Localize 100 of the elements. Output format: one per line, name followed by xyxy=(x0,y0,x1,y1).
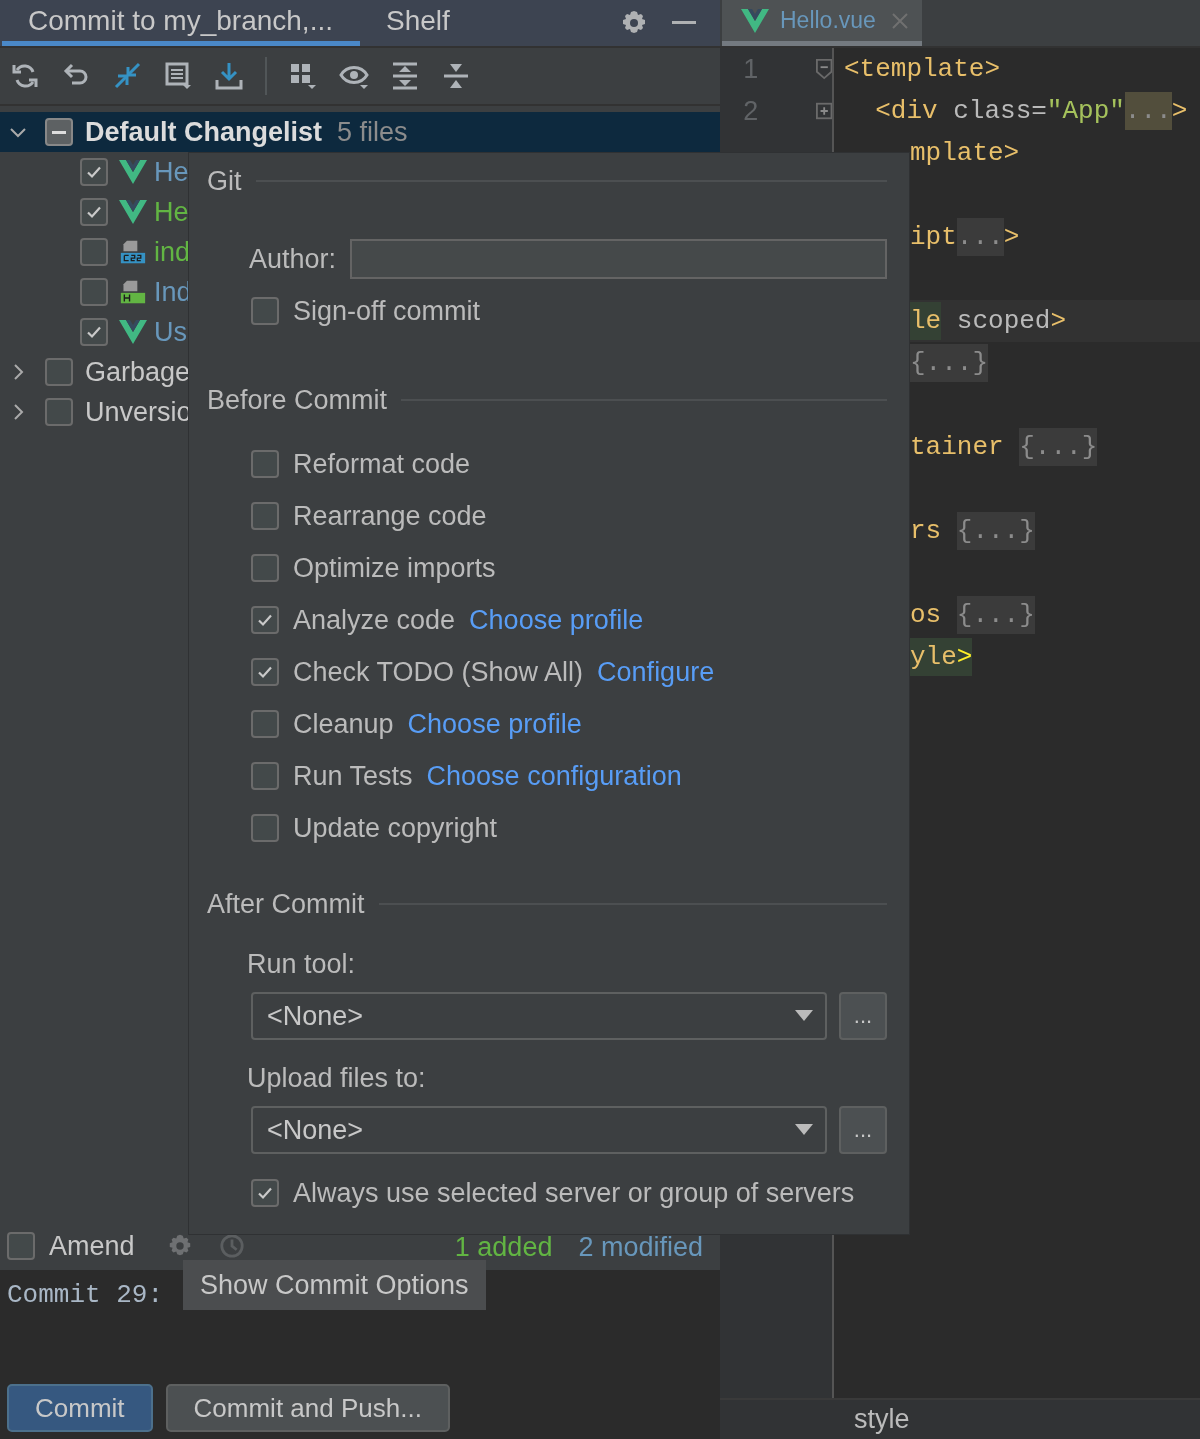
file-name[interactable]: He xyxy=(154,196,189,228)
commit-button[interactable]: Commit xyxy=(7,1384,153,1432)
breadcrumb[interactable]: style xyxy=(854,1404,910,1435)
checkbox[interactable] xyxy=(45,398,73,426)
arrows-icon[interactable] xyxy=(112,61,142,91)
code-token: class= xyxy=(952,96,1047,126)
section-title: After Commit xyxy=(207,888,365,920)
code-token: <div xyxy=(874,96,938,126)
link[interactable]: Choose profile xyxy=(469,604,644,636)
checkbox-label: Run Tests xyxy=(293,760,413,792)
browse-button[interactable]: ... xyxy=(839,1106,887,1154)
changelist-name[interactable]: Garbage xyxy=(85,356,191,388)
changelist-row[interactable]: Default Changelist 5 files xyxy=(0,112,720,152)
caret-icon xyxy=(795,1010,813,1022)
checkbox[interactable] xyxy=(251,762,279,790)
checkbox[interactable] xyxy=(7,1232,35,1260)
folded-code[interactable]: {...} xyxy=(1019,428,1098,466)
file-name[interactable]: Us xyxy=(154,316,187,348)
v-logo-icon xyxy=(118,319,148,345)
tab[interactable]: Commit to my_branch,... xyxy=(2,0,360,46)
checkbox[interactable] xyxy=(251,450,279,478)
code-token: scoped xyxy=(955,306,1051,336)
checkbox[interactable] xyxy=(80,198,108,226)
file-name[interactable]: He xyxy=(154,156,189,188)
code-token: > xyxy=(1171,96,1188,126)
field-label: Author: xyxy=(249,243,337,275)
editor-tab[interactable]: Hello.vue xyxy=(722,0,922,46)
folded-code[interactable]: ... xyxy=(956,218,1004,256)
commit-message[interactable]: Commit 29: xyxy=(7,1280,164,1310)
checkbox[interactable] xyxy=(251,554,279,582)
checkbox-label: Optimize imports xyxy=(293,552,496,584)
checkbox[interactable] xyxy=(251,710,279,738)
checkbox-label: Amend xyxy=(49,1230,135,1262)
field-label: Run tool: xyxy=(247,947,357,981)
checkbox-label: Analyze code xyxy=(293,604,456,636)
link[interactable]: Configure xyxy=(597,656,715,688)
field-label: Upload files to: xyxy=(247,1061,427,1095)
grid-icon[interactable] xyxy=(288,61,318,91)
code-token: le xyxy=(910,302,942,340)
folded-code[interactable]: ... xyxy=(1124,92,1172,130)
link[interactable]: Choose configuration xyxy=(426,760,682,792)
code-token: "App" xyxy=(1046,96,1125,126)
section-title: Git xyxy=(207,165,242,197)
checkbox[interactable] xyxy=(80,278,108,306)
code-token: rs xyxy=(910,516,943,546)
code-token: <template> xyxy=(844,54,1001,84)
unfold-icon[interactable] xyxy=(815,100,832,122)
section-title: Before Commit xyxy=(207,384,388,416)
modified-count: 2 modified xyxy=(578,1231,703,1261)
checkbox-label: Sign-off commit xyxy=(293,295,481,327)
browse-button[interactable]: ... xyxy=(839,992,887,1040)
checkbox[interactable] xyxy=(251,297,279,325)
code-token: os xyxy=(910,600,943,630)
css-file-icon xyxy=(118,239,148,265)
folded-code[interactable]: {...} xyxy=(956,596,1035,634)
checkbox-label: Update copyright xyxy=(293,812,498,844)
collapse-icon[interactable] xyxy=(441,61,471,91)
checkbox-label: Check TODO (Show All) xyxy=(293,656,584,688)
folded-code[interactable]: {...} xyxy=(910,344,988,382)
author-field[interactable] xyxy=(350,239,887,279)
tooltip: Show Commit Options xyxy=(183,1260,486,1310)
document-icon[interactable] xyxy=(163,61,193,91)
checkbox-label: Always use selected server or group of servers xyxy=(293,1177,855,1209)
download-icon[interactable] xyxy=(214,61,244,91)
html-file-icon xyxy=(118,279,148,305)
v-logo-icon xyxy=(740,7,770,34)
v-logo-icon xyxy=(118,199,148,225)
checkbox[interactable] xyxy=(251,502,279,530)
v-logo-icon xyxy=(118,159,148,185)
folded-code[interactable]: {...} xyxy=(956,512,1035,550)
file-count: 5 files xyxy=(337,116,408,148)
checkbox-label: Reformat code xyxy=(293,448,471,480)
checkbox[interactable] xyxy=(251,606,279,634)
checkbox[interactable] xyxy=(251,658,279,686)
link[interactable]: Choose profile xyxy=(407,708,582,740)
expand-icon[interactable] xyxy=(390,61,420,91)
code-token: yle xyxy=(910,638,957,676)
checkbox-label: Cleanup xyxy=(293,708,394,740)
code-token: > xyxy=(1050,306,1067,336)
checkbox[interactable] xyxy=(251,1179,279,1207)
dropdown[interactable]: <None> xyxy=(251,1106,827,1154)
fold-icon[interactable] xyxy=(815,58,832,80)
checkbox[interactable] xyxy=(80,318,108,346)
code-token: mplate> xyxy=(910,138,1020,168)
code-token: tainer xyxy=(910,432,1005,462)
checkbox[interactable] xyxy=(80,238,108,266)
checkbox-label: Rearrange code xyxy=(293,500,487,532)
code-token: > xyxy=(1003,222,1020,252)
commit-push-button[interactable]: Commit and Push... xyxy=(165,1384,450,1432)
tab[interactable]: Shelf xyxy=(360,0,476,46)
dropdown[interactable]: <None> xyxy=(251,992,827,1040)
checkbox[interactable] xyxy=(251,814,279,842)
refresh-icon[interactable] xyxy=(10,61,40,91)
caret-icon xyxy=(795,1124,813,1136)
changelist-name: Default Changelist xyxy=(85,116,323,148)
checkbox[interactable] xyxy=(45,358,73,386)
checkbox[interactable] xyxy=(45,118,73,146)
code-token: ipt xyxy=(910,222,957,252)
added-count: 1 added xyxy=(454,1231,553,1261)
checkbox[interactable] xyxy=(80,158,108,186)
